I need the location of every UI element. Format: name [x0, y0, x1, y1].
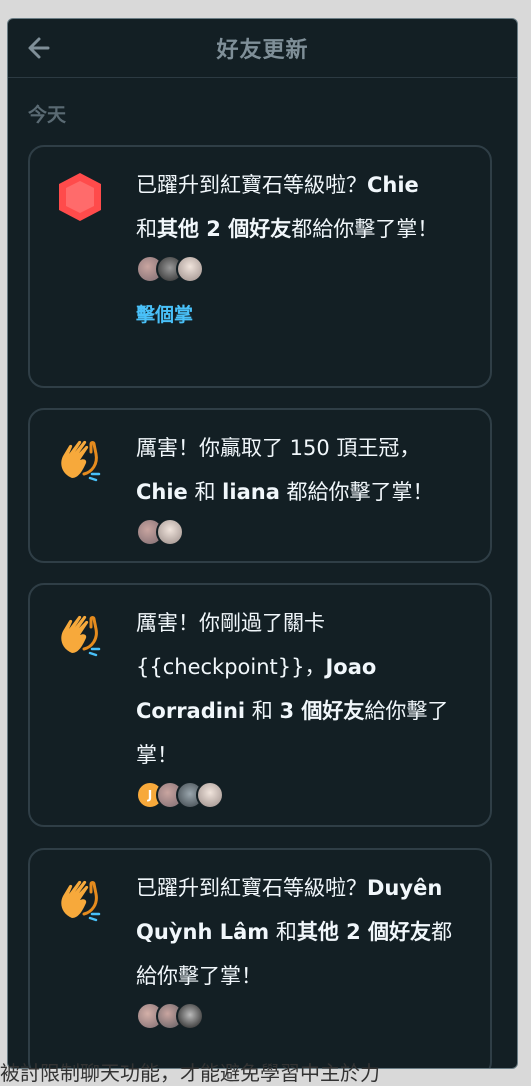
arrow-left-icon: [28, 37, 50, 59]
avatar: [156, 518, 184, 546]
high-five-button[interactable]: 擊個掌: [136, 293, 193, 337]
top-bar: 好友更新: [8, 19, 517, 78]
friend-count: 其他 2 個好友: [296, 920, 432, 944]
message-text: 和: [245, 699, 280, 723]
avatar-group: J: [136, 781, 472, 809]
avatar-group: [136, 255, 472, 283]
app-frame: 好友更新 今天 已躍升到紅寶石等級啦？Chie 和其他 2 個好友都給你擊了掌！…: [7, 18, 518, 1069]
avatar: [176, 255, 204, 283]
friend-name: Chie: [367, 173, 419, 197]
avatar: [196, 781, 224, 809]
message-text: 都給你擊了掌！: [279, 480, 434, 504]
message-text: 厲害！你剛過了關卡 {{checkpoint}}，: [136, 611, 326, 679]
message-text: 和: [269, 920, 297, 944]
avatar-group: [136, 1002, 472, 1030]
clapping-hands-icon: [61, 440, 101, 482]
friend-update-card: 厲害！你贏取了 150 頂王冠， Chie 和 liana 都給你擊了掌！: [28, 408, 492, 563]
friend-update-card: 已躍升到紅寶石等級啦？Chie 和其他 2 個好友都給你擊了掌！ 擊個掌: [28, 145, 492, 388]
friend-name: liana: [222, 480, 280, 504]
section-label-today: 今天: [28, 104, 67, 126]
avatar-initial: J: [147, 788, 153, 802]
message-text: 已躍升到紅寶石等級啦？: [136, 173, 367, 197]
card-message: 厲害！你贏取了 150 頂王冠， Chie 和 liana 都給你擊了掌！: [136, 426, 472, 546]
avatar-group: [136, 518, 472, 546]
card-message: 已躍升到紅寶石等級啦？Duyên Quỳnh Lâm 和其他 2 個好友都給你擊…: [136, 866, 472, 1030]
clapping-hands-icon: [61, 615, 101, 657]
card-message: 已躍升到紅寶石等級啦？Chie 和其他 2 個好友都給你擊了掌！ 擊個掌: [136, 163, 472, 337]
message-text: 都給你擊了掌！: [291, 217, 439, 241]
page-title: 好友更新: [216, 38, 309, 63]
friend-update-card: 已躍升到紅寶石等級啦？Duyên Quỳnh Lâm 和其他 2 個好友都給你擊…: [28, 848, 492, 1068]
message-text: 已躍升到紅寶石等級啦？: [136, 876, 367, 900]
ruby-league-icon: [59, 173, 101, 221]
friend-count: 3 個好友: [279, 699, 365, 723]
back-button[interactable]: [24, 33, 54, 63]
message-text: 和: [187, 480, 223, 504]
card-message: 厲害！你剛過了關卡 {{checkpoint}}，Joao Corradini …: [136, 601, 472, 809]
friend-update-card: 厲害！你剛過了關卡 {{checkpoint}}，Joao Corradini …: [28, 583, 492, 827]
friend-name: Chie: [136, 480, 188, 504]
background-caption: 被討限制聊天功能，才能避免學習中主於力: [0, 1061, 380, 1085]
message-text: 厲害！你贏取了 150 頂王冠，: [136, 436, 421, 460]
clapping-hands-icon: [61, 880, 101, 922]
friend-count: 其他 2 個好友: [157, 217, 292, 241]
message-text: 和: [136, 217, 157, 241]
avatar: [176, 1002, 204, 1030]
